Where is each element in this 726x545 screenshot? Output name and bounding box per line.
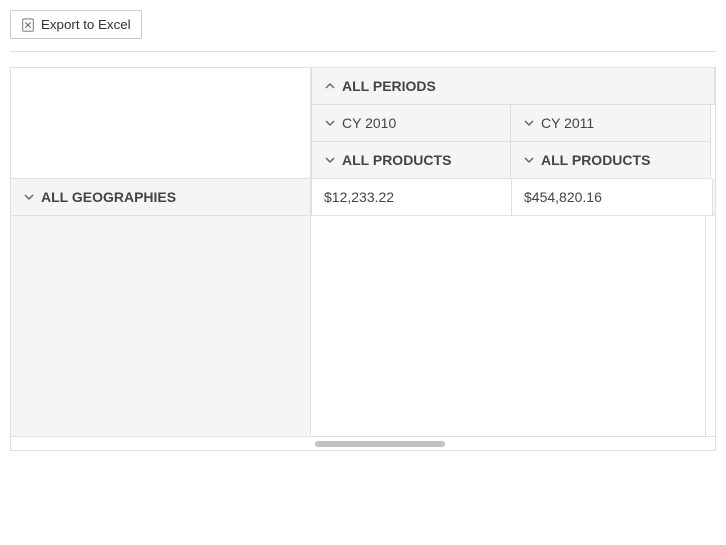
chevron-down-icon[interactable] [23, 191, 35, 203]
divider [10, 51, 716, 52]
column-header-all-products-0[interactable]: ALL PRODUCTS [311, 142, 511, 179]
pivot-body-empty [11, 216, 715, 436]
cy2011-label: CY 2011 [541, 115, 594, 131]
pivot-corner-cell [11, 68, 311, 179]
column-header-all-periods[interactable]: ALL PERIODS [311, 68, 715, 105]
chevron-up-icon[interactable] [324, 80, 336, 92]
column-header-all-products-1[interactable]: ALL PRODUCTS [511, 142, 711, 179]
horizontal-scrollbar[interactable] [11, 436, 715, 450]
all-periods-label: ALL PERIODS [342, 78, 436, 94]
pivot-grid: ALL PERIODS CY 2010 [10, 67, 716, 451]
scroll-thumb[interactable] [315, 441, 445, 447]
all-products-1-label: ALL PRODUCTS [541, 152, 650, 168]
excel-icon [21, 18, 35, 32]
all-products-0-label: ALL PRODUCTS [342, 152, 451, 168]
vertical-scroll-gutter-body [705, 216, 715, 436]
export-button-label: Export to Excel [41, 17, 131, 32]
chevron-down-icon[interactable] [523, 117, 535, 129]
chevron-down-icon[interactable] [324, 154, 336, 166]
all-geographies-label: ALL GEOGRAPHIES [41, 189, 176, 205]
row-header-all-geographies[interactable]: ALL GEOGRAPHIES [11, 179, 311, 216]
chevron-down-icon[interactable] [523, 154, 535, 166]
chevron-down-icon[interactable] [324, 117, 336, 129]
cy2010-label: CY 2010 [342, 115, 396, 131]
export-to-excel-button[interactable]: Export to Excel [10, 10, 142, 39]
vertical-scroll-gutter [712, 179, 715, 216]
data-cell-0-1: $454,820.16 [512, 179, 712, 216]
column-header-cy2011[interactable]: CY 2011 [511, 105, 711, 142]
column-header-cy2010[interactable]: CY 2010 [311, 105, 511, 142]
data-cell-0-0: $12,233.22 [312, 179, 512, 216]
